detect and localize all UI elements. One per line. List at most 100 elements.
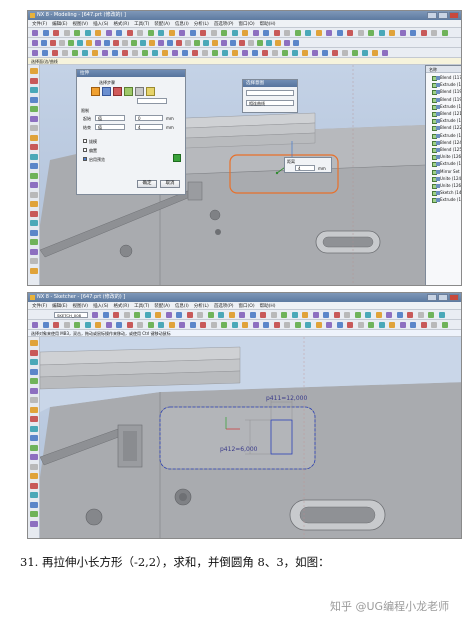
menu-item[interactable]: 文件(F)	[32, 303, 47, 309]
side-tool-icon[interactable]	[30, 492, 38, 498]
tool-icon[interactable]	[112, 50, 118, 56]
side-tool-icon[interactable]	[30, 378, 38, 384]
tool-icon[interactable]	[352, 50, 358, 56]
tool-icon[interactable]	[116, 30, 122, 36]
feature-node[interactable]: Blend (125)	[431, 147, 461, 153]
side-tool-icon[interactable]	[30, 359, 38, 365]
tool-icon[interactable]	[172, 50, 178, 56]
tool-icon[interactable]	[410, 30, 416, 36]
menu-item[interactable]: 首选项(P)	[214, 303, 234, 309]
tool-icon[interactable]	[239, 40, 245, 46]
menu-item[interactable]: 插入(S)	[93, 303, 108, 309]
sketch-name-select[interactable]: SKETCH_008	[54, 312, 88, 318]
tool-icon[interactable]	[32, 30, 38, 36]
tool-icon[interactable]	[140, 40, 146, 46]
tool-icon[interactable]	[179, 322, 185, 328]
side-tool-icon[interactable]	[30, 229, 38, 236]
section-step-icon[interactable]	[91, 87, 100, 96]
side-tool-icon[interactable]	[30, 239, 38, 245]
tool-icon[interactable]	[92, 312, 98, 318]
feature-node[interactable]: Extrude (1...	[432, 82, 461, 89]
side-tool-icon[interactable]	[30, 153, 38, 160]
tool-icon[interactable]	[218, 312, 224, 318]
tool-icon[interactable]	[275, 40, 281, 46]
tool-icon[interactable]	[441, 322, 448, 328]
curve-rule-select-2[interactable]: 相连曲线	[246, 100, 294, 106]
tool-icon[interactable]	[189, 322, 196, 328]
tool-icon[interactable]	[386, 312, 392, 318]
tool-icon[interactable]	[168, 322, 175, 328]
tool-icon[interactable]	[326, 30, 332, 36]
feature-node[interactable]: Blend (119)	[431, 97, 461, 103]
tool-icon[interactable]	[282, 50, 288, 56]
cancel-button[interactable]: 取消	[160, 180, 180, 188]
menu-item[interactable]: 信息(I)	[175, 303, 189, 309]
tool-icon[interactable]	[431, 322, 437, 328]
tool-icon[interactable]	[322, 50, 328, 56]
side-tool-icon[interactable]	[30, 387, 38, 394]
direction-step-icon[interactable]	[102, 87, 111, 96]
tool-icon[interactable]	[231, 30, 238, 36]
feature-node[interactable]: Unite (126)	[432, 154, 461, 161]
tool-icon[interactable]	[41, 40, 47, 46]
side-tool-icon[interactable]	[30, 144, 38, 150]
tool-icon[interactable]	[42, 30, 49, 36]
distance-input[interactable]: 4	[295, 165, 315, 171]
tool-icon[interactable]	[262, 50, 268, 56]
tool-icon[interactable]	[305, 30, 311, 36]
tool-icon[interactable]	[389, 30, 395, 36]
tool-icon[interactable]	[417, 312, 424, 318]
tool-icon[interactable]	[194, 40, 200, 46]
tool-icon[interactable]	[63, 322, 70, 328]
minimize-button[interactable]	[427, 12, 437, 19]
tool-icon[interactable]	[74, 322, 80, 328]
tool-icon[interactable]	[59, 40, 65, 46]
tool-icon[interactable]	[294, 322, 301, 328]
tool-icon[interactable]	[53, 322, 59, 328]
tool-icon[interactable]	[176, 312, 182, 318]
curve-rule-select-1[interactable]	[246, 90, 294, 96]
horizontal-dimension[interactable]: p411=12,000	[266, 395, 307, 402]
menu-item[interactable]: 帮助(H)	[260, 21, 276, 27]
tool-icon[interactable]	[212, 50, 218, 56]
tool-icon[interactable]	[232, 50, 238, 56]
side-tool-icon[interactable]	[30, 406, 38, 413]
tool-icon[interactable]	[155, 312, 161, 318]
side-tool-icon[interactable]	[30, 425, 38, 432]
tool-icon[interactable]	[249, 312, 256, 318]
tool-icon[interactable]	[168, 30, 175, 36]
tool-icon[interactable]	[212, 40, 218, 46]
vertical-dimension[interactable]: p412=6,000	[220, 446, 257, 453]
tool-icon[interactable]	[113, 312, 119, 318]
feature-node[interactable]: Extrude (12...	[431, 133, 461, 139]
tool-icon[interactable]	[382, 50, 388, 56]
tool-icon[interactable]	[192, 50, 198, 56]
tool-icon[interactable]	[305, 322, 311, 328]
side-tool-icon[interactable]	[30, 191, 38, 198]
tool-icon[interactable]	[326, 322, 332, 328]
side-tool-icon[interactable]	[30, 248, 38, 255]
tool-icon[interactable]	[284, 322, 290, 328]
side-tool-icon[interactable]	[30, 435, 38, 441]
tool-icon[interactable]	[399, 322, 406, 328]
side-tool-icon[interactable]	[30, 444, 38, 451]
tool-icon[interactable]	[165, 312, 172, 318]
feature-node[interactable]: Blend (122...	[432, 125, 461, 132]
menu-item[interactable]: 信息(I)	[175, 21, 189, 27]
tool-icon[interactable]	[292, 50, 298, 56]
tool-icon[interactable]	[252, 322, 259, 328]
menu-item[interactable]: 分析(L)	[194, 21, 209, 27]
tool-icon[interactable]	[182, 50, 188, 56]
tool-icon[interactable]	[32, 50, 38, 56]
tool-icon[interactable]	[263, 30, 269, 36]
tool-icon[interactable]	[162, 50, 168, 56]
tool-icon[interactable]	[375, 312, 382, 318]
side-tool-icon[interactable]	[30, 482, 38, 489]
close-button[interactable]	[449, 294, 459, 301]
start-distance-input[interactable]: 0	[135, 115, 163, 121]
menu-item[interactable]: 首选项(P)	[214, 21, 234, 27]
menu-item[interactable]: 帮助(H)	[260, 303, 276, 309]
feature-node[interactable]: Extrude (12...	[431, 118, 461, 125]
tool-icon[interactable]	[207, 312, 214, 318]
tool-icon[interactable]	[365, 312, 371, 318]
